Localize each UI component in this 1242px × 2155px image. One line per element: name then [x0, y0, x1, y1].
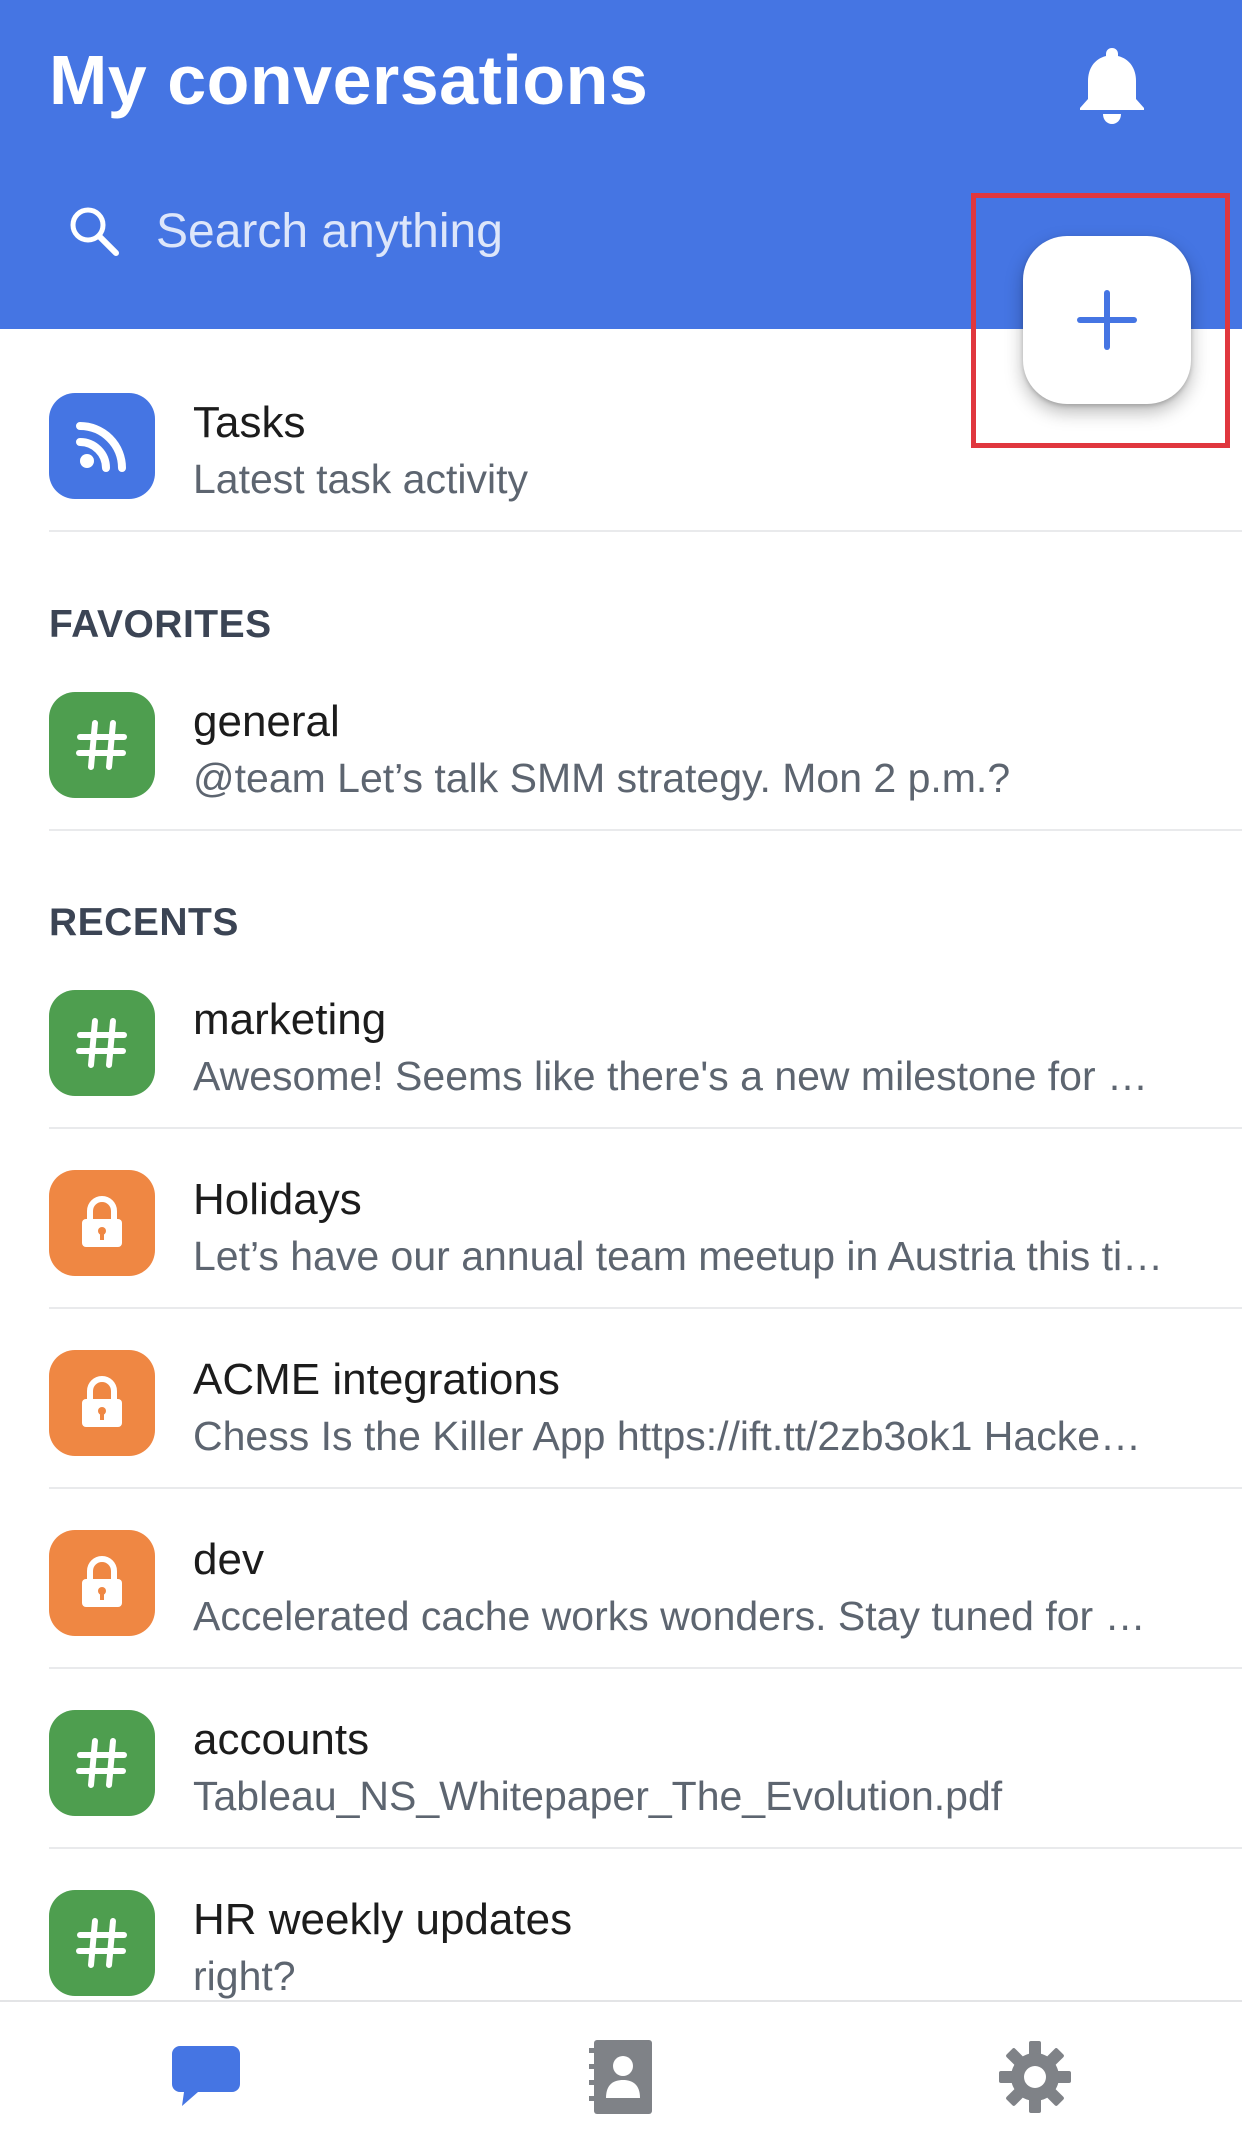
- bell-icon[interactable]: [1072, 44, 1152, 126]
- conversation-name: general: [193, 697, 340, 746]
- lock-icon: [49, 1350, 155, 1456]
- divider: [49, 530, 1242, 532]
- favorites-heading: FAVORITES: [49, 603, 272, 646]
- list-item[interactable]: ACME integrations Chess Is the Killer Ap…: [0, 1309, 1242, 1489]
- search-bar[interactable]: [66, 196, 866, 266]
- rss-icon: [49, 393, 155, 499]
- list-item[interactable]: accounts Tableau_NS_Whitepaper_The_Evolu…: [0, 1669, 1242, 1849]
- conversation-name: HR weekly updates: [193, 1895, 573, 1944]
- list-item[interactable]: Holidays Let’s have our annual team meet…: [0, 1129, 1242, 1309]
- conversation-name: ACME integrations: [193, 1355, 560, 1404]
- divider: [49, 829, 1242, 831]
- conversation-preview: right?: [193, 1953, 296, 1999]
- nav-conversations[interactable]: [161, 2032, 251, 2122]
- tasks-subtitle: Latest task activity: [193, 456, 528, 502]
- conversation-preview: Accelerated cache works wonders. Stay tu…: [193, 1593, 1146, 1639]
- conversation-preview: Let’s have our annual team meetup in Aus…: [193, 1233, 1164, 1279]
- lock-icon: [49, 1530, 155, 1636]
- highlight-box: [971, 193, 1230, 448]
- conversation-name: dev: [193, 1535, 264, 1584]
- contacts-book-icon: [589, 2040, 652, 2114]
- conversation-preview: @team Let’s talk SMM strategy. Mon 2 p.m…: [193, 755, 1011, 801]
- conversation-preview: Tableau_NS_Whitepaper_The_Evolution.pdf: [193, 1773, 1003, 1819]
- nav-contacts[interactable]: [576, 2032, 666, 2122]
- tasks-title: Tasks: [193, 398, 306, 447]
- search-input[interactable]: [156, 203, 756, 259]
- conversation-name: accounts: [193, 1715, 370, 1764]
- lock-icon: [49, 1170, 155, 1276]
- channel-hash-icon: [49, 1710, 155, 1816]
- search-icon: [70, 207, 119, 256]
- channel-hash-icon: [49, 1890, 155, 1996]
- list-item[interactable]: marketing Awesome! Seems like there's a …: [0, 949, 1242, 1129]
- list-item[interactable]: dev Accelerated cache works wonders. Sta…: [0, 1489, 1242, 1669]
- conversation-name: marketing: [193, 995, 387, 1044]
- gear-icon: [999, 2041, 1071, 2113]
- nav-settings[interactable]: [990, 2032, 1080, 2122]
- channel-hash-icon: [49, 692, 155, 798]
- conversation-preview: Chess Is the Killer App https://ift.tt/2…: [193, 1413, 1142, 1459]
- recents-heading: RECENTS: [49, 901, 239, 944]
- conversation-preview: Awesome! Seems like there's a new milest…: [193, 1053, 1149, 1099]
- list-item[interactable]: general @team Let’s talk SMM strategy. M…: [0, 651, 1242, 831]
- chat-bubble-icon: [172, 2046, 240, 2106]
- bottom-nav: [0, 2000, 1242, 2155]
- page-title: My conversations: [49, 41, 649, 119]
- conversation-name: Holidays: [193, 1175, 362, 1224]
- channel-hash-icon: [49, 990, 155, 1096]
